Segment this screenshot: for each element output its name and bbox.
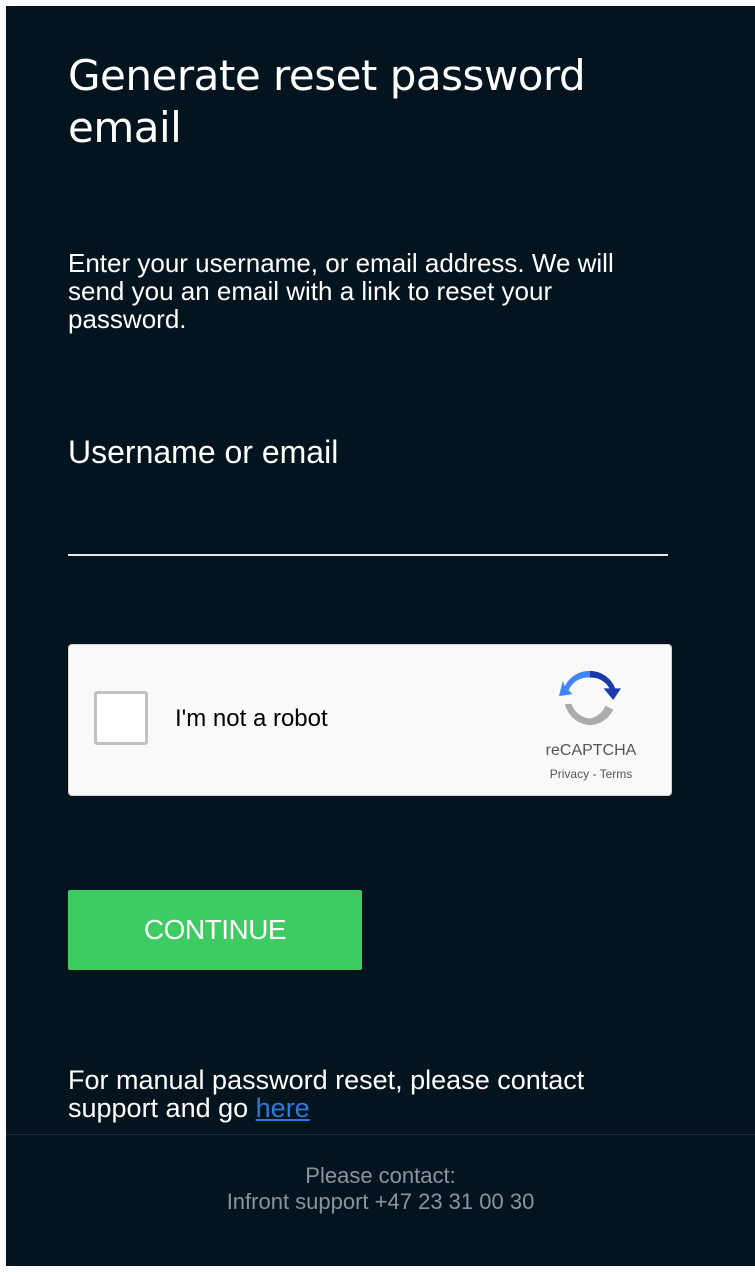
username-email-input[interactable] [68,494,668,556]
footer-support-phone: Infront support +47 23 31 00 30 [226,1189,535,1214]
reset-password-page: Generate reset password email Enter your… [6,6,755,1266]
continue-button[interactable]: CONTINUE [68,890,362,970]
recaptcha-terms-link[interactable]: Terms [600,767,633,781]
manual-reset-text: For manual password reset, please contac… [68,1066,668,1122]
recaptcha-checkbox[interactable] [94,691,148,745]
recaptcha-links: Privacy - Terms [531,766,651,782]
manual-reset-message: For manual password reset, please contac… [68,1065,585,1123]
support-footer: Please contact: Infront support +47 23 3… [6,1134,755,1266]
recaptcha-widget: I'm not a robot reCAPTCHA Privacy - Term… [68,644,672,796]
recaptcha-label: I'm not a robot [175,705,328,732]
footer-contact-heading: Please contact: [305,1163,456,1188]
username-email-label: Username or email [68,434,339,470]
recaptcha-privacy-link[interactable]: Privacy [550,767,589,781]
page-title: Generate reset password email [68,51,586,152]
recaptcha-logo-icon [559,670,621,726]
recaptcha-link-separator: - [589,767,600,781]
recaptcha-brand: reCAPTCHA [545,742,637,759]
intro-text: Enter your username, or email address. W… [68,248,614,334]
manual-reset-here-link[interactable]: here [256,1093,310,1123]
